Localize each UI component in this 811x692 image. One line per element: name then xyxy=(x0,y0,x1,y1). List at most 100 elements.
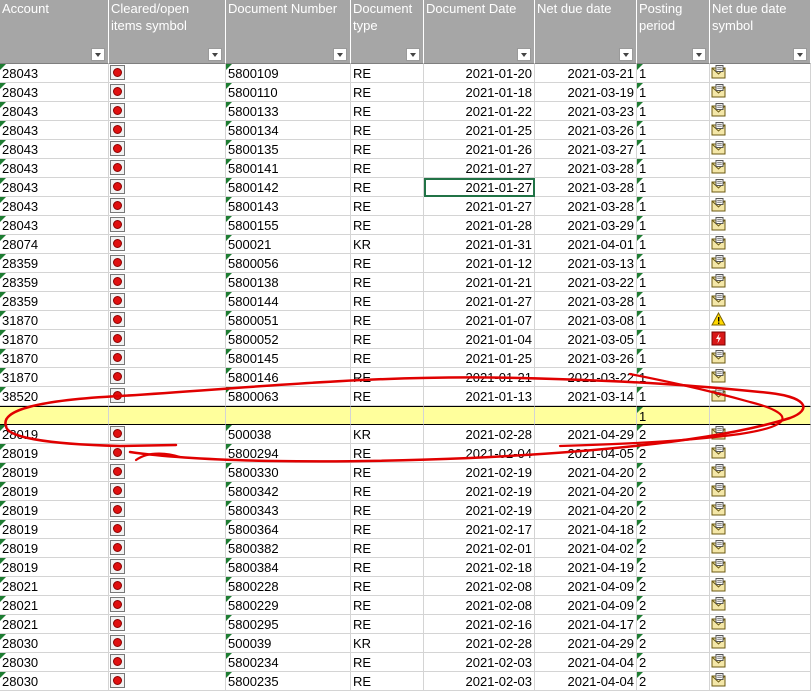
cell-period[interactable]: 1 xyxy=(637,330,710,349)
cell-docdate[interactable]: 2021-02-16 xyxy=(424,615,535,634)
cell-cleared[interactable] xyxy=(109,501,226,520)
column-header-cleared[interactable]: Cleared/open items symbol xyxy=(109,0,226,64)
cell-docdate[interactable]: 2021-01-04 xyxy=(424,330,535,349)
cell-docdate[interactable]: 2021-01-25 xyxy=(424,121,535,140)
cell-duesym[interactable] xyxy=(710,254,811,273)
cell-doctype[interactable]: RE xyxy=(351,159,424,178)
cell-duesym[interactable] xyxy=(710,444,811,463)
cell-duedate[interactable]: 2021-04-05 xyxy=(535,444,637,463)
cell-cleared[interactable] xyxy=(109,102,226,121)
cell-cleared[interactable] xyxy=(109,653,226,672)
cell-cleared[interactable] xyxy=(109,64,226,83)
cell-docnum[interactable]: 5800142 xyxy=(226,178,351,197)
cell-doctype[interactable]: RE xyxy=(351,178,424,197)
cell-docdate[interactable]: 2021-02-28 xyxy=(424,425,535,444)
cell-duedate[interactable]: 2021-04-02 xyxy=(535,539,637,558)
cell-duedate[interactable]: 2021-03-19 xyxy=(535,83,637,102)
cell-doctype[interactable]: RE xyxy=(351,558,424,577)
cell-docnum[interactable]: 5800143 xyxy=(226,197,351,216)
cell-doctype[interactable] xyxy=(351,406,424,425)
cell-docnum[interactable]: 500039 xyxy=(226,634,351,653)
cell-docdate[interactable]: 2021-01-20 xyxy=(424,64,535,83)
cell-period[interactable]: 2 xyxy=(637,444,710,463)
cell-period[interactable]: 2 xyxy=(637,672,710,691)
cell-docdate[interactable]: 2021-01-27 xyxy=(424,292,535,311)
cell-duesym[interactable] xyxy=(710,140,811,159)
cell-duesym[interactable] xyxy=(710,121,811,140)
cell-cleared[interactable] xyxy=(109,121,226,140)
filter-dropdown-icon[interactable] xyxy=(517,48,531,61)
cell-cleared[interactable] xyxy=(109,539,226,558)
cell-cleared[interactable] xyxy=(109,140,226,159)
cell-duedate[interactable]: 2021-03-26 xyxy=(535,121,637,140)
cell-duesym[interactable] xyxy=(710,197,811,216)
cell-cleared[interactable] xyxy=(109,235,226,254)
cell-account[interactable]: 31870 xyxy=(0,330,109,349)
cell-period[interactable]: 1 xyxy=(637,216,710,235)
cell-docnum[interactable]: 500038 xyxy=(226,425,351,444)
cell-account[interactable]: 28019 xyxy=(0,501,109,520)
cell-cleared[interactable] xyxy=(109,311,226,330)
cell-account[interactable]: 28019 xyxy=(0,444,109,463)
cell-docnum[interactable]: 5800133 xyxy=(226,102,351,121)
cell-account[interactable]: 28030 xyxy=(0,672,109,691)
cell-duedate[interactable]: 2021-03-26 xyxy=(535,349,637,368)
cell-docnum[interactable] xyxy=(226,406,351,425)
cell-cleared[interactable] xyxy=(109,634,226,653)
cell-docnum[interactable]: 5800364 xyxy=(226,520,351,539)
cell-docnum[interactable]: 5800294 xyxy=(226,444,351,463)
cell-docnum[interactable]: 5800384 xyxy=(226,558,351,577)
cell-duedate[interactable]: 2021-03-22 xyxy=(535,368,637,387)
cell-cleared[interactable] xyxy=(109,254,226,273)
cell-period[interactable]: 1 xyxy=(637,83,710,102)
cell-doctype[interactable]: RE xyxy=(351,463,424,482)
column-header-doctype[interactable]: Document type xyxy=(351,0,424,64)
cell-cleared[interactable] xyxy=(109,178,226,197)
cell-docdate[interactable]: 2021-02-18 xyxy=(424,558,535,577)
cell-doctype[interactable]: RE xyxy=(351,368,424,387)
cell-doctype[interactable]: RE xyxy=(351,121,424,140)
cell-docdate[interactable]: 2021-02-28 xyxy=(424,634,535,653)
cell-duedate[interactable]: 2021-04-04 xyxy=(535,653,637,672)
cell-doctype[interactable]: RE xyxy=(351,444,424,463)
cell-period[interactable]: 1 xyxy=(637,349,710,368)
cell-cleared[interactable] xyxy=(109,558,226,577)
cell-cleared[interactable] xyxy=(109,349,226,368)
cell-cleared[interactable] xyxy=(109,368,226,387)
cell-docnum[interactable]: 5800144 xyxy=(226,292,351,311)
cell-cleared[interactable] xyxy=(109,387,226,406)
cell-cleared[interactable] xyxy=(109,444,226,463)
cell-doctype[interactable]: RE xyxy=(351,482,424,501)
cell-period[interactable]: 1 xyxy=(637,178,710,197)
cell-docdate[interactable]: 2021-01-27 xyxy=(424,159,535,178)
cell-docnum[interactable]: 5800056 xyxy=(226,254,351,273)
cell-docdate[interactable]: 2021-01-26 xyxy=(424,140,535,159)
cell-period[interactable]: 1 xyxy=(637,197,710,216)
cell-duedate[interactable]: 2021-04-01 xyxy=(535,235,637,254)
cell-docdate[interactable] xyxy=(424,406,535,425)
cell-period[interactable]: 2 xyxy=(637,577,710,596)
cell-period[interactable]: 1 xyxy=(637,235,710,254)
cell-docdate[interactable]: 2021-01-12 xyxy=(424,254,535,273)
cell-doctype[interactable]: RE xyxy=(351,64,424,83)
cell-docnum[interactable]: 5800110 xyxy=(226,83,351,102)
cell-doctype[interactable]: RE xyxy=(351,653,424,672)
cell-duedate[interactable]: 2021-04-09 xyxy=(535,596,637,615)
cell-doctype[interactable]: RE xyxy=(351,102,424,121)
cell-cleared[interactable] xyxy=(109,615,226,634)
cell-cleared[interactable] xyxy=(109,292,226,311)
cell-duesym[interactable] xyxy=(710,102,811,121)
cell-docdate[interactable]: 2021-02-01 xyxy=(424,539,535,558)
cell-doctype[interactable]: RE xyxy=(351,501,424,520)
cell-docdate[interactable]: 2021-01-22 xyxy=(424,102,535,121)
filter-dropdown-icon[interactable] xyxy=(619,48,633,61)
cell-doctype[interactable]: RE xyxy=(351,197,424,216)
cell-period[interactable]: 2 xyxy=(637,634,710,653)
filter-dropdown-icon[interactable] xyxy=(208,48,222,61)
cell-docnum[interactable]: 5800109 xyxy=(226,64,351,83)
cell-doctype[interactable]: KR xyxy=(351,235,424,254)
cell-account[interactable]: 28030 xyxy=(0,653,109,672)
cell-docdate[interactable]: 2021-01-27 xyxy=(424,197,535,216)
cell-docdate[interactable]: 2021-02-19 xyxy=(424,482,535,501)
cell-cleared[interactable] xyxy=(109,159,226,178)
